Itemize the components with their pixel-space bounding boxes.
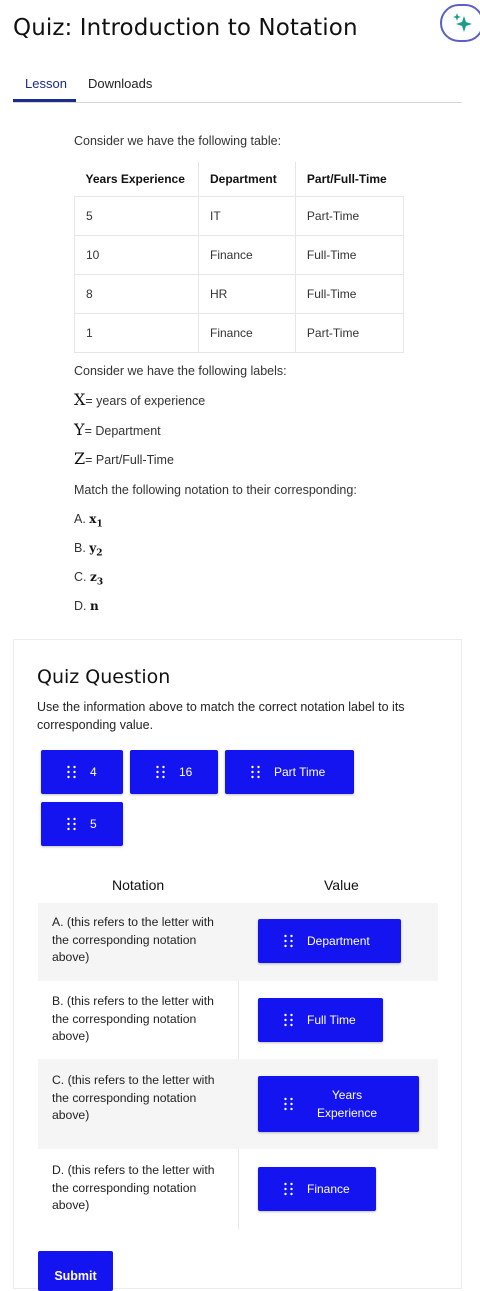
chip-label: 5 [90,817,97,831]
notation-column-header: Notation [112,877,165,893]
table-cell: 1 [73,313,200,353]
drag-handle-icon [67,817,76,831]
match-row-d: D. (this refers to the letter with the c… [38,1149,438,1229]
chip-label: Part Time [274,765,326,779]
drag-handle-icon [284,1013,293,1027]
page-title: Quiz: Introduction to Notation [13,15,358,41]
notation-text: D. (this refers to the letter with the c… [52,1163,215,1212]
table-cell: 10 [73,235,200,275]
table-cell: Finance [198,313,296,353]
item-sub: 2 [96,548,103,559]
match-row-b: B. (this refers to the letter with the c… [38,981,438,1059]
chip-label: Full Time [307,1013,356,1027]
chip-label: 16 [179,765,193,779]
tab-downloads[interactable]: Downloads [88,76,152,91]
table-cell: Finance [198,235,296,275]
table-cell: 5 [73,196,200,236]
chip-label: Finance [307,1182,350,1196]
label-text: = Part/Full-Time [85,453,174,467]
table-cell: HR [198,274,296,314]
label-symbol: Z [74,449,86,468]
item-prefix: D. [74,599,87,613]
table-cell: Part-Time [294,313,405,353]
label-z: Z= Part/Full-Time [74,449,174,468]
item-sub: 1 [96,519,103,530]
table-row: 1 Finance Part-Time [73,313,405,353]
table-row: 10 Finance Full-Time [73,235,405,275]
notation-item-a: A. x1 [74,512,103,530]
table-row: 5 IT Part-Time [73,196,405,236]
label-symbol: Y [74,420,85,439]
match-intro: Match the following notation to their co… [74,483,357,497]
notation-item-d: D. n [74,599,99,613]
drag-handle-icon [156,765,165,779]
table-header: Department [198,162,296,197]
placed-chip-department[interactable]: Department [258,919,401,963]
label-x: X= years of experience [74,390,205,409]
value-drop-zone[interactable]: Years Experience [238,1059,438,1149]
experience-table: Years Experience Department Part/Full-Ti… [73,162,405,353]
item-sub: 3 [96,577,104,588]
table-header: Part/Full-Time [294,162,404,197]
ai-assistant-button[interactable] [440,4,480,42]
submit-button[interactable]: Submit [38,1251,113,1291]
drag-handle-icon [67,765,76,779]
drag-chip-4[interactable]: 4 [41,750,123,794]
quiz-panel: Quiz Question Use the information above … [13,639,462,1291]
table-intro: Consider we have the following table: [74,134,282,148]
notation-item-c: C. z3 [74,570,103,588]
notation-cell: D. (this refers to the letter with the c… [38,1149,239,1229]
item-prefix: A. [74,512,86,526]
notation-cell: A. (this refers to the letter with the c… [38,903,239,981]
item-base: n [89,599,99,613]
label-text: = Department [84,424,161,438]
value-drop-zone[interactable]: Finance [238,1149,438,1229]
label-text: = years of experience [85,394,206,408]
label-y: Y= Department [74,420,161,439]
table-cell: Part-Time [294,196,405,236]
table-cell: 8 [73,274,200,314]
table-cell: IT [198,196,296,236]
labels-intro: Consider we have the following labels: [74,364,287,378]
notation-item-b: B. y2 [74,541,103,559]
drag-handle-icon [251,765,260,779]
item-prefix: B. [74,541,86,555]
match-row-a: A. (this refers to the letter with the c… [38,903,438,981]
chip-label: 4 [90,765,97,779]
table-header: Years Experience [74,162,199,197]
chip-label: Department [307,934,370,948]
drag-handle-icon [284,1097,293,1111]
value-drop-zone[interactable]: Department [238,903,438,981]
drag-chip-part-time[interactable]: Part Time [225,750,354,794]
table-cell: Full-Time [294,274,405,314]
value-drop-zone[interactable]: Full Time [238,981,438,1059]
tab-bar: Lesson Downloads [13,70,462,103]
placed-chip-years-experience[interactable]: Years Experience [258,1076,419,1132]
match-row-c: C. (this refers to the letter with the c… [38,1059,438,1149]
table-cell: Full-Time [294,235,405,275]
placed-chip-full-time[interactable]: Full Time [258,998,383,1042]
sparkle-icon [453,13,472,32]
notation-text: C. (this refers to the letter with the c… [52,1073,215,1122]
quiz-instruction: Use the information above to match the c… [37,700,405,732]
quiz-title: Quiz Question [37,666,171,688]
active-tab-indicator [13,99,76,102]
notation-text: A. (this refers to the letter with the c… [52,915,214,964]
tab-lesson[interactable]: Lesson [25,76,67,91]
value-column-header: Value [324,877,359,893]
item-prefix: C. [74,570,87,584]
drag-handle-icon [284,1182,293,1196]
notation-cell: B. (this refers to the letter with the c… [38,981,239,1059]
notation-cell: C. (this refers to the letter with the c… [38,1059,239,1149]
notation-text: B. (this refers to the letter with the c… [52,994,214,1043]
drag-chip-5[interactable]: 5 [41,802,123,846]
drag-handle-icon [284,934,293,948]
placed-chip-finance[interactable]: Finance [258,1167,376,1211]
label-symbol: X [74,390,86,409]
item-base: z [89,570,97,584]
table-row: 8 HR Full-Time [73,274,405,314]
drag-chip-16[interactable]: 16 [130,750,218,794]
chip-label: Years Experience [316,1088,378,1120]
